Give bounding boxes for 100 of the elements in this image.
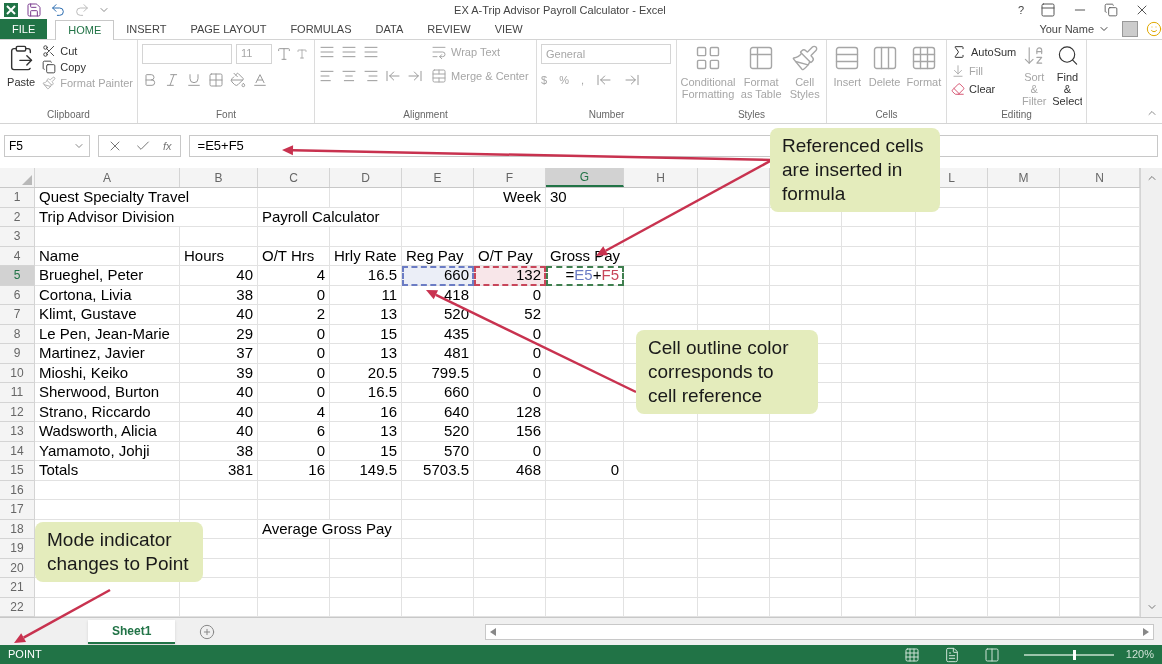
ribbon-button[interactable]: Clear — [951, 82, 1017, 96]
undo-icon[interactable] — [50, 2, 66, 18]
redo-icon[interactable] — [74, 2, 90, 18]
align-center-icon[interactable] — [341, 68, 357, 84]
arrow-left-icon[interactable] — [595, 72, 612, 88]
table-cell: 0 — [474, 441, 546, 461]
ribbon-tab[interactable]: REVIEW — [415, 19, 483, 39]
ribbon-tab[interactable]: INSERT — [114, 19, 179, 39]
table-cell — [916, 344, 988, 364]
name-box[interactable]: F5 — [4, 135, 90, 157]
column-header[interactable]: C — [258, 168, 330, 187]
arrow-right-icon[interactable] — [407, 68, 423, 84]
sheet-tab[interactable]: Sheet1 — [88, 619, 176, 644]
ribbon-tab[interactable]: PAGE LAYOUT — [178, 19, 279, 39]
table-cell: 52 — [474, 305, 546, 325]
normal-view-icon[interactable] — [903, 646, 920, 663]
scroll-right-icon[interactable] — [1143, 627, 1149, 636]
table-cell — [916, 519, 988, 539]
row-header[interactable]: 1 — [0, 188, 35, 208]
column-header[interactable]: E — [402, 168, 474, 187]
column-header[interactable]: A — [35, 168, 180, 187]
font-name-field[interactable] — [142, 44, 232, 64]
row-header[interactable]: 15 — [0, 461, 35, 481]
row-header[interactable]: 19 — [0, 539, 35, 559]
ribbon-tab[interactable]: DATA — [363, 19, 416, 39]
table-cell — [330, 500, 402, 520]
align-right-icon[interactable] — [363, 68, 379, 84]
ribbon-button[interactable]: Cut — [42, 44, 133, 58]
row-header[interactable]: 7 — [0, 305, 35, 325]
table-cell — [916, 578, 988, 598]
letter-t-icon[interactable] — [276, 46, 292, 62]
table-cell — [402, 558, 474, 578]
ribbon-button[interactable]: Find & Select — [1052, 44, 1082, 107]
insert-function-button[interactable]: fx — [163, 137, 172, 155]
table-cell: Cortona, Livia — [35, 285, 180, 305]
borders-icon[interactable] — [208, 72, 224, 88]
row-header[interactable]: 3 — [0, 227, 35, 247]
align-top-icon[interactable] — [319, 44, 335, 60]
table-cell: 149.5 — [330, 461, 402, 481]
column-header[interactable]: B — [180, 168, 258, 187]
font-color-icon[interactable] — [252, 72, 268, 88]
table-cell: 13 — [330, 344, 402, 364]
row-header[interactable]: 5 — [0, 266, 35, 286]
select-all-icon[interactable] — [22, 175, 32, 185]
align-middle-icon[interactable] — [341, 44, 357, 60]
table-cell — [330, 578, 402, 598]
table-cell: Trip Advisor Division — [35, 207, 258, 227]
page-layout-icon[interactable] — [943, 646, 960, 663]
column-header[interactable]: D — [330, 168, 402, 187]
help-button[interactable]: ? — [1009, 1, 1032, 19]
table-cell — [474, 500, 546, 520]
ribbon-button[interactable]: AutoSum — [951, 44, 1017, 60]
column-header[interactable]: H — [624, 168, 698, 187]
ribbon-button[interactable]: Paste — [4, 44, 39, 107]
arrow-left-icon[interactable] — [385, 68, 401, 84]
table-cell: 0 — [474, 383, 546, 403]
column-header[interactable]: M — [988, 168, 1060, 187]
table-cell: 799.5 — [402, 363, 474, 383]
add-sheet-icon[interactable] — [199, 623, 216, 640]
bold-icon[interactable] — [142, 72, 158, 88]
row-header[interactable]: 17 — [0, 500, 35, 520]
zoom-level[interactable]: 120% — [1125, 646, 1154, 663]
table-cell: Hours — [180, 246, 258, 266]
table-cell — [698, 500, 770, 520]
user-name-button[interactable]: Your Name — [1035, 19, 1114, 39]
ribbon-tab[interactable]: HOME — [55, 20, 115, 40]
align-left-icon[interactable] — [319, 68, 335, 84]
row-header[interactable]: 13 — [0, 422, 35, 442]
table-cell: Quest Specialty Travel — [35, 188, 258, 208]
save-icon[interactable] — [26, 2, 42, 18]
table-cell: 40 — [180, 266, 258, 286]
restore-icon[interactable] — [1104, 3, 1118, 17]
table-cell: 660 — [402, 266, 474, 286]
row-header[interactable]: 11 — [0, 383, 35, 403]
file-tab[interactable]: FILE — [0, 19, 48, 39]
table-cell: Martinez, Javier — [35, 344, 180, 364]
table-cell — [988, 246, 1060, 266]
table-cell — [330, 227, 402, 247]
scroll-left-icon[interactable] — [490, 627, 497, 636]
page-break-icon[interactable] — [983, 646, 1000, 663]
ribbon-tab[interactable]: FORMULAS — [278, 19, 364, 39]
letter-t-icon[interactable] — [296, 48, 308, 60]
ribbon-tab[interactable]: VIEW — [482, 19, 535, 39]
align-bottom-icon[interactable] — [363, 44, 379, 60]
arrow-right-icon[interactable] — [623, 72, 640, 88]
table-cell — [916, 324, 988, 344]
underline-icon[interactable] — [186, 72, 202, 88]
row-header[interactable]: 9 — [0, 344, 35, 364]
table-cell: 520 — [402, 422, 474, 442]
horizontal-scrollbar[interactable] — [485, 623, 1154, 640]
table-cell — [770, 519, 842, 539]
ribbon-display-icon[interactable] — [1040, 2, 1056, 18]
app-logo-icon[interactable] — [4, 3, 18, 17]
row-header[interactable]: 21 — [0, 578, 35, 598]
table-cell: Reg Pay — [402, 246, 474, 266]
italic-icon[interactable] — [164, 72, 180, 88]
fill-bucket-icon[interactable] — [230, 72, 246, 88]
column-header[interactable]: G — [546, 168, 624, 187]
table-cell — [988, 363, 1060, 383]
ribbon-button[interactable]: Copy — [42, 60, 133, 74]
